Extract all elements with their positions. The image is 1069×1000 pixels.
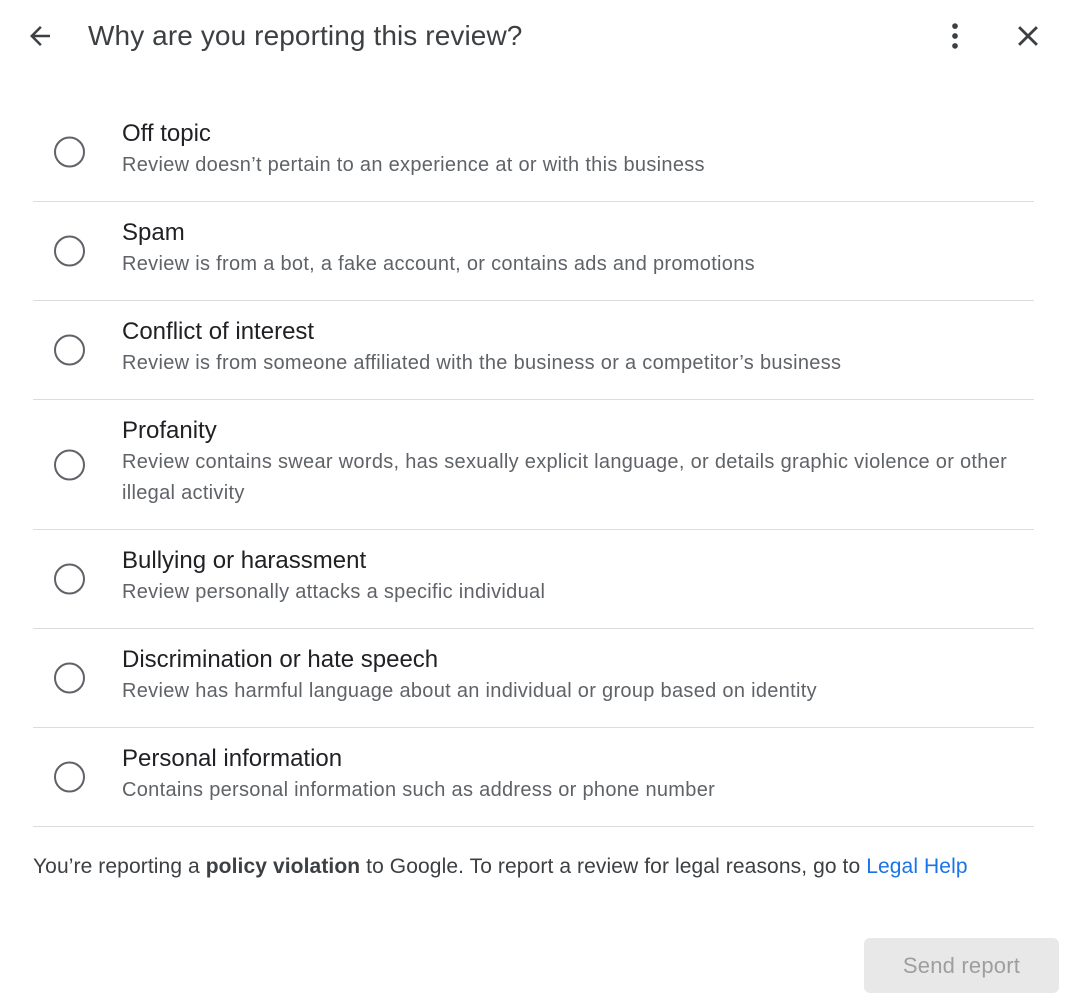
radio-button[interactable] [54,136,85,168]
policy-note-suffix: to Google. To report a review for legal … [360,855,867,878]
option-description: Review is from a bot, a fake account, or… [122,253,755,275]
report-reason-list: Off topic Review doesn’t pertain to an e… [33,103,1034,827]
reason-option-conflict-of-interest[interactable]: Conflict of interest Review is from some… [33,301,1034,400]
radio-button[interactable] [54,449,85,480]
option-description: Review contains swear words, has sexuall… [122,451,1008,504]
policy-note: You’re reporting a policy violation to G… [33,852,968,882]
reason-option-off-topic[interactable]: Off topic Review doesn’t pertain to an e… [33,103,1034,202]
option-label: Profanity [122,417,217,444]
more-vert-icon [952,23,958,49]
send-report-button[interactable]: Send report [864,938,1059,993]
option-description: Review is from someone affiliated with t… [122,352,842,374]
radio-button[interactable] [54,662,85,694]
close-icon [1018,26,1038,46]
radio-button[interactable] [54,334,85,366]
option-description: Review personally attacks a specific ind… [122,581,546,603]
radio-button[interactable] [54,235,85,267]
reason-option-spam[interactable]: Spam Review is from a bot, a fake accoun… [33,202,1034,301]
policy-note-prefix: You’re reporting a [33,855,206,878]
option-label: Discrimination or hate speech [122,646,439,673]
option-description: Review has harmful language about an ind… [122,680,817,702]
close-button[interactable] [1008,16,1048,56]
more-options-button[interactable] [936,16,974,56]
reason-option-discrimination[interactable]: Discrimination or hate speech Review has… [33,629,1034,728]
reason-option-personal-information[interactable]: Personal information Contains personal i… [33,728,1034,827]
dialog-header: Why are you reporting this review? [0,0,1069,72]
radio-button[interactable] [54,563,85,595]
option-description: Review doesn’t pertain to an experience … [122,154,705,176]
option-label: Conflict of interest [122,318,315,345]
back-button[interactable] [22,18,58,54]
option-label: Off topic [122,120,211,147]
policy-violation-text: policy violation [205,855,361,878]
option-description: Contains personal information such as ad… [122,779,716,801]
option-label: Spam [122,219,185,246]
dialog-title: Why are you reporting this review? [88,20,523,51]
reason-option-bullying[interactable]: Bullying or harassment Review personally… [33,530,1034,629]
option-label: Bullying or harassment [122,547,367,574]
legal-help-link[interactable]: Legal Help [866,855,967,878]
option-label: Personal information [122,745,343,772]
reason-option-profanity[interactable]: Profanity Review contains swear words, h… [33,400,1034,530]
arrow-back-icon [30,26,50,46]
radio-button[interactable] [54,761,85,793]
